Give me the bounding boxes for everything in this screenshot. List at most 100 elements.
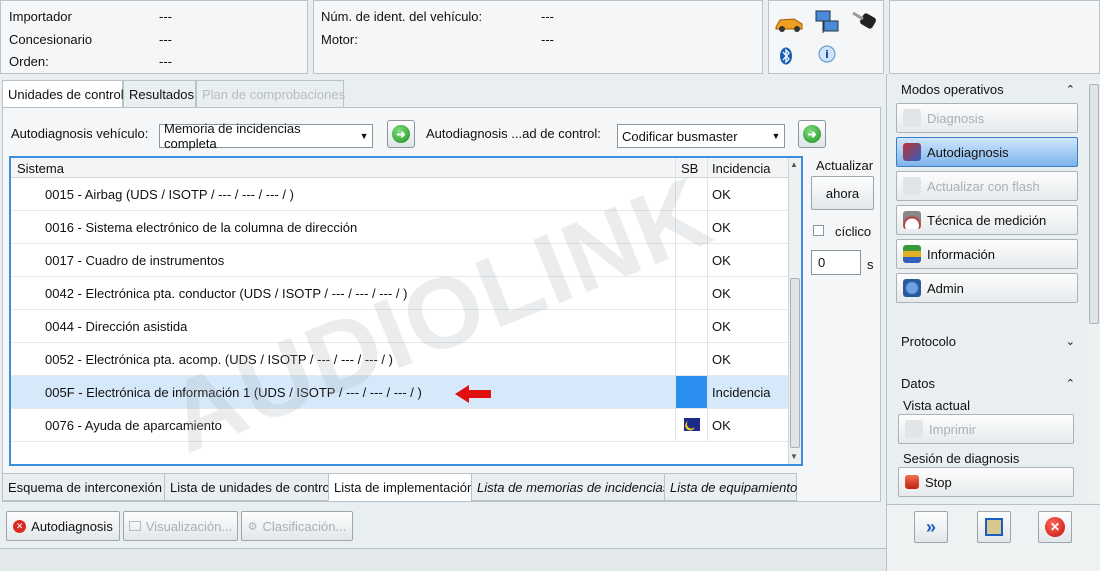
key-icon[interactable] xyxy=(851,11,879,33)
data-section-header[interactable]: Datos ⌃ xyxy=(893,372,1083,394)
auto-vehicle-go-button[interactable]: ➜ xyxy=(387,120,415,148)
auto-vehicle-select[interactable]: Memoria de incidencias completa ▼ xyxy=(159,121,373,151)
refresh-label: Actualizar xyxy=(816,158,874,173)
sort-indicator-icon: ^ xyxy=(337,156,342,163)
mode-information-button[interactable]: Información xyxy=(896,239,1078,269)
button-label: Stop xyxy=(925,474,952,490)
view-button: Visualización... xyxy=(123,511,238,541)
tab-fault-memory-list[interactable]: Lista de memorias de incidencias xyxy=(471,473,669,501)
table-row[interactable]: 0015 - Airbag (UDS / ISOTP / --- / --- /… xyxy=(11,178,788,211)
info-icon[interactable]: i xyxy=(817,45,837,65)
status-bar xyxy=(0,548,886,571)
scroll-up-icon[interactable]: ▲ xyxy=(790,160,798,169)
header-mid-panel: Núm. de ident. del vehículo: --- Motor: … xyxy=(313,0,763,74)
button-label: Diagnosis xyxy=(927,110,985,126)
chevron-down-icon: ⌄ xyxy=(1065,335,1075,348)
stop-button[interactable]: Stop xyxy=(898,467,1074,497)
refresh-now-button[interactable]: ahora xyxy=(811,176,874,210)
classification-button: ⚙ Clasificación... xyxy=(241,511,353,541)
autodiagnosis-footer-button[interactable]: ✕ Autodiagnosis xyxy=(6,511,120,541)
tab-results[interactable]: Resultados xyxy=(123,80,196,108)
table-row[interactable]: 0052 - Electrónica pta. acomp. (UDS / IS… xyxy=(11,343,788,376)
tab-label: Plan de comprobaciones xyxy=(202,86,346,102)
col-system[interactable]: Sistema xyxy=(17,161,64,176)
col-incidence[interactable]: Incidencia xyxy=(707,158,788,178)
protocol-section-header[interactable]: Protocolo ⌄ xyxy=(893,330,1083,352)
row-system: 0016 - Sistema electrónico de la columna… xyxy=(45,219,358,235)
tab-label: Esquema de interconexión xyxy=(8,479,162,495)
button-label: Autodiagnosis xyxy=(31,518,113,534)
row-system: 0076 - Ayuda de aparcamiento xyxy=(45,417,222,433)
print-button: Imprimir xyxy=(898,414,1074,444)
col-sb[interactable]: SB xyxy=(675,158,707,178)
engine-label: Motor: xyxy=(321,32,358,47)
tab-control-units-list[interactable]: Lista de unidades de control xyxy=(164,473,333,501)
scroll-thumb[interactable] xyxy=(790,278,800,448)
row-incidence: OK xyxy=(707,178,788,210)
scroll-down-icon[interactable]: ▼ xyxy=(790,452,798,461)
row-incidence: OK xyxy=(707,277,788,309)
row-sb xyxy=(675,211,707,243)
sb-status-icon xyxy=(684,418,700,431)
mode-admin-button[interactable]: Admin xyxy=(896,273,1078,303)
header-right-panel xyxy=(889,0,1100,74)
button-label: Visualización... xyxy=(145,518,233,534)
table-body: 0015 - Airbag (UDS / ISOTP / --- / --- /… xyxy=(11,178,788,464)
tab-control-units[interactable]: Unidades de control xyxy=(2,80,124,108)
gauge-icon xyxy=(903,211,921,229)
auto-unit-go-button[interactable]: ➜ xyxy=(798,120,826,148)
tab-label: Lista de equipamiento xyxy=(670,479,798,495)
table-row[interactable]: 0017 - Cuadro de instrumentos OK xyxy=(11,244,788,277)
table-scrollbar[interactable]: ▲ ▼ xyxy=(788,158,801,464)
car-icon[interactable] xyxy=(774,13,804,33)
stop-icon xyxy=(905,475,919,489)
screenshot-icon xyxy=(985,518,1003,536)
mode-measurement-button[interactable]: Técnica de medición xyxy=(896,205,1078,235)
table-row[interactable]: 0042 - Electrónica pta. conductor (UDS /… xyxy=(11,277,788,310)
auto-unit-label: Autodiagnosis ...ad de control: xyxy=(426,126,601,141)
sidebar-scrollbar[interactable] xyxy=(1088,80,1100,502)
table-row-selected[interactable]: 005F - Electrónica de información 1 (UDS… xyxy=(11,376,788,409)
close-icon: ✕ xyxy=(13,519,27,533)
chevron-up-icon: ⌃ xyxy=(1065,83,1075,96)
table-row[interactable]: 0044 - Dirección asistida OK xyxy=(11,310,788,343)
forward-button[interactable]: » xyxy=(914,511,948,543)
button-label: Información xyxy=(927,246,995,262)
tab-interconnection[interactable]: Esquema de interconexión xyxy=(2,473,165,501)
table-row[interactable]: 0076 - Ayuda de aparcamiento OK xyxy=(11,409,788,442)
interval-input[interactable]: 0 xyxy=(811,250,861,275)
autodiagnosis-icon xyxy=(903,143,921,161)
modes-section-header[interactable]: Modos operativos ⌃ xyxy=(893,78,1083,100)
tab-label: Lista de memorias de incidencias xyxy=(477,479,670,495)
row-system: 0044 - Dirección asistida xyxy=(45,318,188,334)
screenshot-button[interactable] xyxy=(977,511,1011,543)
button-label: Técnica de medición xyxy=(927,212,1047,228)
exit-button[interactable]: ✕ xyxy=(1038,511,1072,543)
svg-text:i: i xyxy=(825,48,829,61)
current-view-label: Vista actual xyxy=(903,398,970,413)
button-label: Clasificación... xyxy=(262,518,347,534)
engine-value: --- xyxy=(541,32,554,47)
table-row[interactable]: 0016 - Sistema electrónico de la columna… xyxy=(11,211,788,244)
network-icon[interactable] xyxy=(813,9,841,35)
cyclic-checkbox[interactable] xyxy=(813,225,824,236)
tab-implementation-list[interactable]: Lista de implementación xyxy=(328,473,474,501)
mode-autodiagnosis-button[interactable]: Autodiagnosis xyxy=(896,137,1078,167)
auto-unit-select[interactable]: Codificar busmaster ▼ xyxy=(617,124,785,148)
bluetooth-icon[interactable] xyxy=(779,47,793,65)
mode-flash-update-button: Actualizar con flash xyxy=(896,171,1078,201)
tab-equipment-list[interactable]: Lista de equipamiento xyxy=(664,473,797,501)
arrow-right-icon: ➜ xyxy=(392,125,410,143)
books-icon xyxy=(903,245,921,263)
row-incidence: OK xyxy=(707,244,788,276)
chevron-down-icon: ▼ xyxy=(771,131,781,141)
interval-unit: s xyxy=(867,257,874,272)
row-sb xyxy=(675,310,707,342)
order-value: --- xyxy=(159,54,172,69)
flash-icon xyxy=(903,177,921,195)
row-incidence: OK xyxy=(707,343,788,375)
auto-unit-value: Codificar busmaster xyxy=(622,128,738,144)
sidebar-scroll-thumb[interactable] xyxy=(1089,84,1099,324)
tab-label: Unidades de control xyxy=(8,86,124,102)
order-label: Orden: xyxy=(9,54,49,69)
